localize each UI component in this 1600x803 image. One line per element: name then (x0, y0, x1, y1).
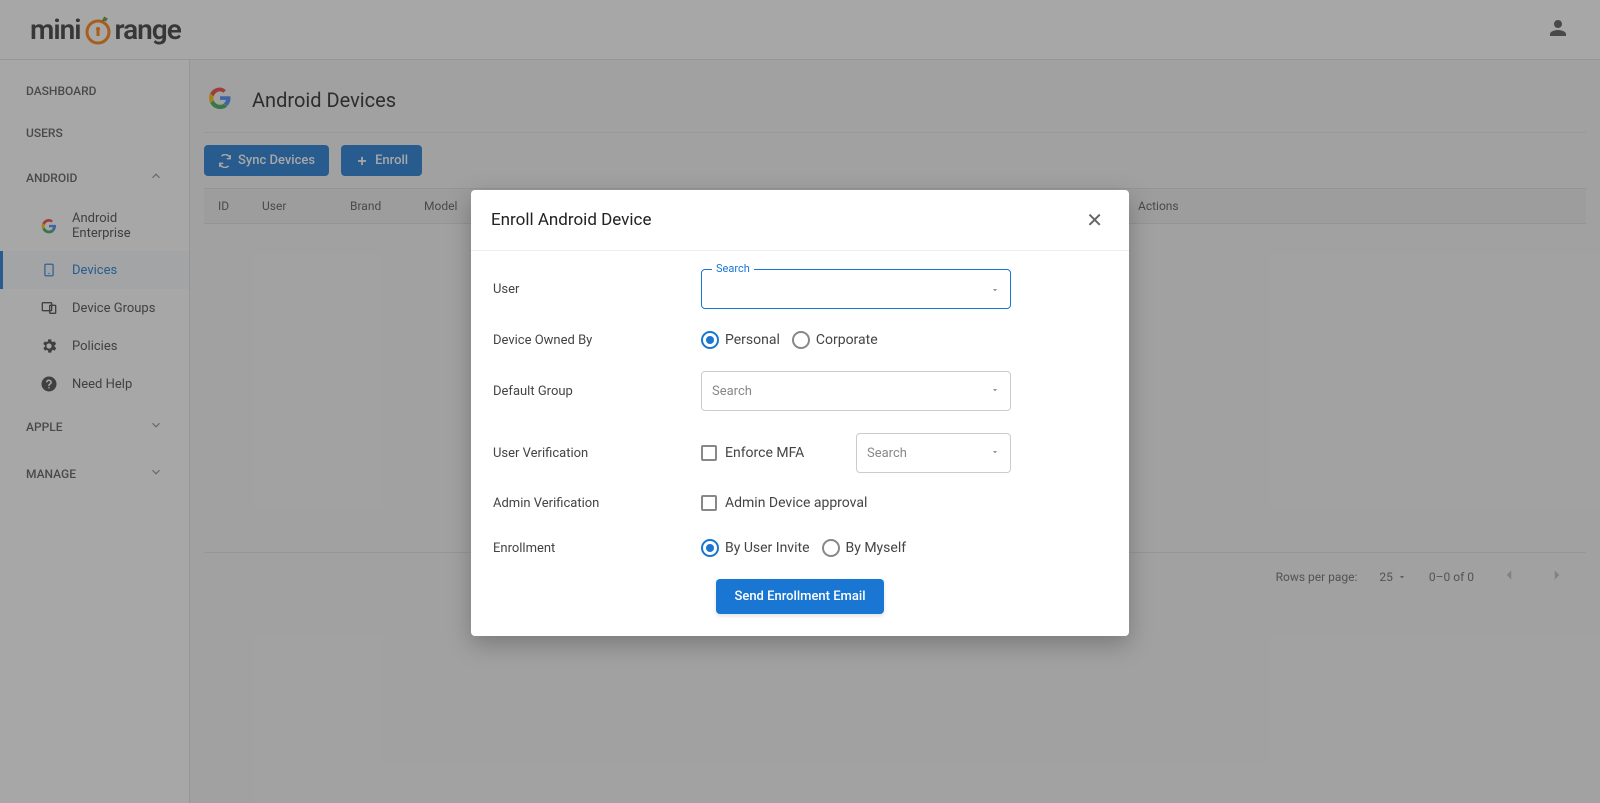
radio-label: Personal (725, 332, 780, 348)
radio-label: By Myself (846, 540, 907, 556)
radio-icon (792, 331, 810, 349)
enrollment-label: Enrollment (493, 541, 701, 556)
user-verification-label: User Verification (493, 446, 701, 461)
admin-verification-label: Admin Verification (493, 496, 701, 511)
float-label: Search (712, 262, 754, 275)
radio-label: By User Invite (725, 540, 810, 556)
radio-by-invite[interactable]: By User Invite (701, 539, 810, 557)
modal-header: Enroll Android Device ✕ (471, 190, 1129, 251)
form-row-user-verification: User Verification Enforce MFA Search (493, 433, 1107, 473)
form-row-enrollment: Enrollment By User Invite By Myself (493, 539, 1107, 557)
radio-personal[interactable]: Personal (701, 331, 780, 349)
user-select[interactable]: Search (701, 269, 1011, 309)
chevron-down-icon (990, 280, 1000, 299)
default-group-label: Default Group (493, 384, 701, 399)
modal-body: User Search Device Owned By Personal (471, 251, 1129, 636)
modal-title: Enroll Android Device (491, 210, 651, 230)
select-placeholder: Search (867, 446, 907, 461)
send-button-row: Send Enrollment Email (493, 579, 1107, 614)
checkbox-icon (701, 445, 717, 461)
radio-icon (822, 539, 840, 557)
form-row-owned-by: Device Owned By Personal Corporate (493, 331, 1107, 349)
form-row-user: User Search (493, 269, 1107, 309)
default-group-select[interactable]: Search (701, 371, 1011, 411)
radio-icon (701, 331, 719, 349)
owned-by-label: Device Owned By (493, 333, 701, 348)
user-label: User (493, 282, 701, 297)
checkbox-label: Admin Device approval (725, 495, 867, 511)
enroll-device-modal: Enroll Android Device ✕ User Search Devi… (471, 190, 1129, 636)
checkbox-icon (701, 495, 717, 511)
mfa-select[interactable]: Search (856, 433, 1011, 473)
close-button[interactable]: ✕ (1080, 206, 1109, 234)
chevron-down-icon (990, 384, 1000, 399)
close-icon: ✕ (1086, 208, 1103, 232)
radio-label: Corporate (816, 332, 878, 348)
admin-approval-checkbox[interactable]: Admin Device approval (701, 495, 867, 511)
radio-icon (701, 539, 719, 557)
form-row-default-group: Default Group Search (493, 371, 1107, 411)
radio-corporate[interactable]: Corporate (792, 331, 878, 349)
chevron-down-icon (990, 446, 1000, 461)
enforce-mfa-checkbox[interactable]: Enforce MFA (701, 445, 804, 461)
form-row-admin-verification: Admin Verification Admin Device approval (493, 495, 1107, 511)
select-placeholder: Search (712, 384, 752, 399)
radio-by-myself[interactable]: By Myself (822, 539, 907, 557)
send-enrollment-email-button[interactable]: Send Enrollment Email (716, 579, 883, 614)
checkbox-label: Enforce MFA (725, 445, 804, 461)
